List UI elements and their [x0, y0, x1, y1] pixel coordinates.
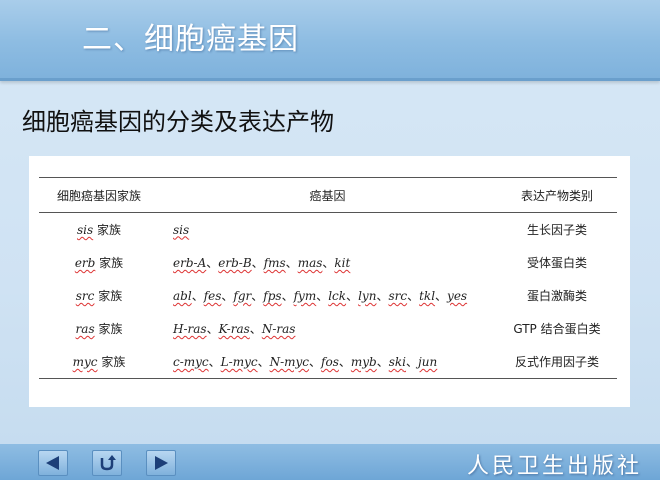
oncogene-name: fps [263, 289, 282, 303]
oncogene-name: fgr [233, 289, 252, 303]
list-separator: 、 [406, 355, 419, 369]
product-class-cell: 生长因子类 [526, 223, 587, 237]
gene-family-suffix: 家族 [96, 223, 121, 237]
oncogene-name: K-ras [218, 322, 250, 336]
gene-family-cell: sis 家族 [39, 213, 159, 247]
oncogene-name: src [388, 289, 408, 303]
section-subtitle: 细胞癌基因的分类及表达产物 [22, 108, 334, 136]
list-separator: 、 [346, 289, 359, 303]
oncogene-name: c-myc [173, 355, 209, 369]
product-class-cell: 蛋白激酶类 [526, 289, 587, 303]
list-separator: 、 [221, 289, 234, 303]
navigation-bar: 人民卫生出版社 [0, 444, 660, 480]
gene-family-cell: src 家族 [39, 279, 159, 312]
list-separator: 、 [376, 289, 389, 303]
return-icon [100, 455, 116, 471]
oncogene-name: abl [173, 289, 192, 303]
list-separator: 、 [285, 256, 298, 270]
oncogene-name: fes [203, 289, 222, 303]
oncogene-name: N-myc [269, 355, 310, 369]
oncogene-list-cell: abl、fes、fgr、fps、fym、lck、lyn、src、tkl、yes [159, 279, 497, 312]
product-class-cell: 反式作用因子类 [497, 345, 617, 379]
gene-family-cell: ras 家族 [39, 312, 159, 345]
list-separator: 、 [249, 322, 262, 336]
oncogene-name: jun [418, 355, 438, 369]
list-separator: 、 [251, 289, 264, 303]
product-class-cell: 受体蛋白类 [526, 256, 587, 270]
gene-family-name: src [75, 289, 95, 303]
oncogene-name: tkl [419, 289, 436, 303]
return-button[interactable] [92, 450, 122, 476]
oncogene-list-cell: H-ras、K-ras、N-ras [159, 312, 497, 345]
list-separator: 、 [257, 355, 270, 369]
table-row: myc 家族 c-myc、L-myc、N-myc、fos、myb、ski、jun 反… [39, 345, 617, 379]
column-header-product: 表达产物类别 [497, 177, 617, 213]
list-separator: 、 [208, 355, 221, 369]
list-separator: 、 [309, 355, 322, 369]
column-header-family: 细胞癌基因家族 [39, 177, 159, 213]
list-separator: 、 [376, 355, 389, 369]
list-separator: 、 [316, 289, 329, 303]
table-row: sis 家族 sis 生长因子类 [39, 213, 617, 247]
gene-family-cell: myc 家族 [39, 345, 159, 379]
slide-title: 二、细胞癌基因 [82, 22, 299, 57]
oncogene-name: sis [173, 222, 190, 237]
list-separator: 、 [191, 289, 204, 303]
table-row: ras 家族 H-ras、K-ras、N-ras GTP 结合蛋白类 [39, 312, 617, 345]
oncogene-name: kit [334, 256, 351, 270]
oncogene-name: yes [447, 289, 468, 303]
arrow-left-icon [46, 456, 59, 470]
list-separator: 、 [251, 256, 264, 270]
gene-family-suffix: 家族 [99, 256, 124, 270]
oncogene-name: fym [293, 289, 317, 303]
list-separator: 、 [281, 289, 294, 303]
gene-family-suffix: 家族 [98, 322, 123, 336]
table-header-row: 细胞癌基因家族 癌基因 表达产物类别 [39, 177, 617, 213]
table-row: src 家族 abl、fes、fgr、fps、fym、lck、lyn、src、tk… [39, 279, 617, 312]
oncogene-list-cell: erb-A、erb-B、fms、mas、kit [159, 246, 497, 279]
oncogene-name: lck [328, 289, 347, 303]
list-separator: 、 [206, 322, 219, 336]
list-separator: 、 [435, 289, 448, 303]
next-slide-button[interactable] [146, 450, 176, 476]
table-panel: 细胞癌基因家族 癌基因 表达产物类别 sis 家族 sis 生长因子类 erb 家族 e… [29, 156, 630, 407]
oncogene-name: fms [263, 256, 286, 270]
gene-family-name: sis [77, 223, 94, 237]
gene-family-name: ras [75, 322, 95, 336]
list-separator: 、 [338, 355, 351, 369]
oncogene-name: ski [388, 355, 407, 369]
list-separator: 、 [407, 289, 420, 303]
gene-family-suffix: 家族 [98, 289, 123, 303]
oncogene-table: 细胞癌基因家族 癌基因 表达产物类别 sis 家族 sis 生长因子类 erb 家族 e… [39, 177, 617, 379]
slide-header: 二、细胞癌基因 [0, 0, 660, 81]
oncogene-name: erb-A [173, 256, 207, 270]
gene-family-cell: erb 家族 [39, 246, 159, 279]
oncogene-name: myb [350, 355, 377, 369]
oncogene-list-cell: sis [159, 213, 497, 247]
oncogene-name: fos [321, 355, 339, 369]
table-row: erb 家族 erb-A、erb-B、fms、mas、kit 受体蛋白类 [39, 246, 617, 279]
arrow-right-icon [155, 456, 168, 470]
oncogene-list-cell: c-myc、L-myc、N-myc、fos、myb、ski、jun [159, 345, 497, 379]
table-body: sis 家族 sis 生长因子类 erb 家族 erb-A、erb-B、fms、mas、… [39, 213, 617, 379]
oncogene-name: L-myc [220, 355, 258, 369]
oncogene-name: lyn [358, 289, 377, 303]
publisher-name: 人民卫生出版社 [466, 454, 642, 479]
list-separator: 、 [206, 256, 219, 270]
gene-family-suffix: 家族 [101, 355, 126, 369]
product-class-cell: GTP 结合蛋白类 [513, 322, 601, 336]
oncogene-name: mas [297, 256, 323, 270]
gene-family-name: erb [74, 256, 96, 270]
oncogene-name: erb-B [218, 256, 252, 270]
list-separator: 、 [322, 256, 335, 270]
previous-slide-button[interactable] [38, 450, 68, 476]
oncogene-name: N-ras [261, 322, 296, 336]
column-header-genes: 癌基因 [159, 177, 497, 213]
gene-family-name: myc [72, 355, 98, 369]
oncogene-name: H-ras [173, 322, 207, 336]
